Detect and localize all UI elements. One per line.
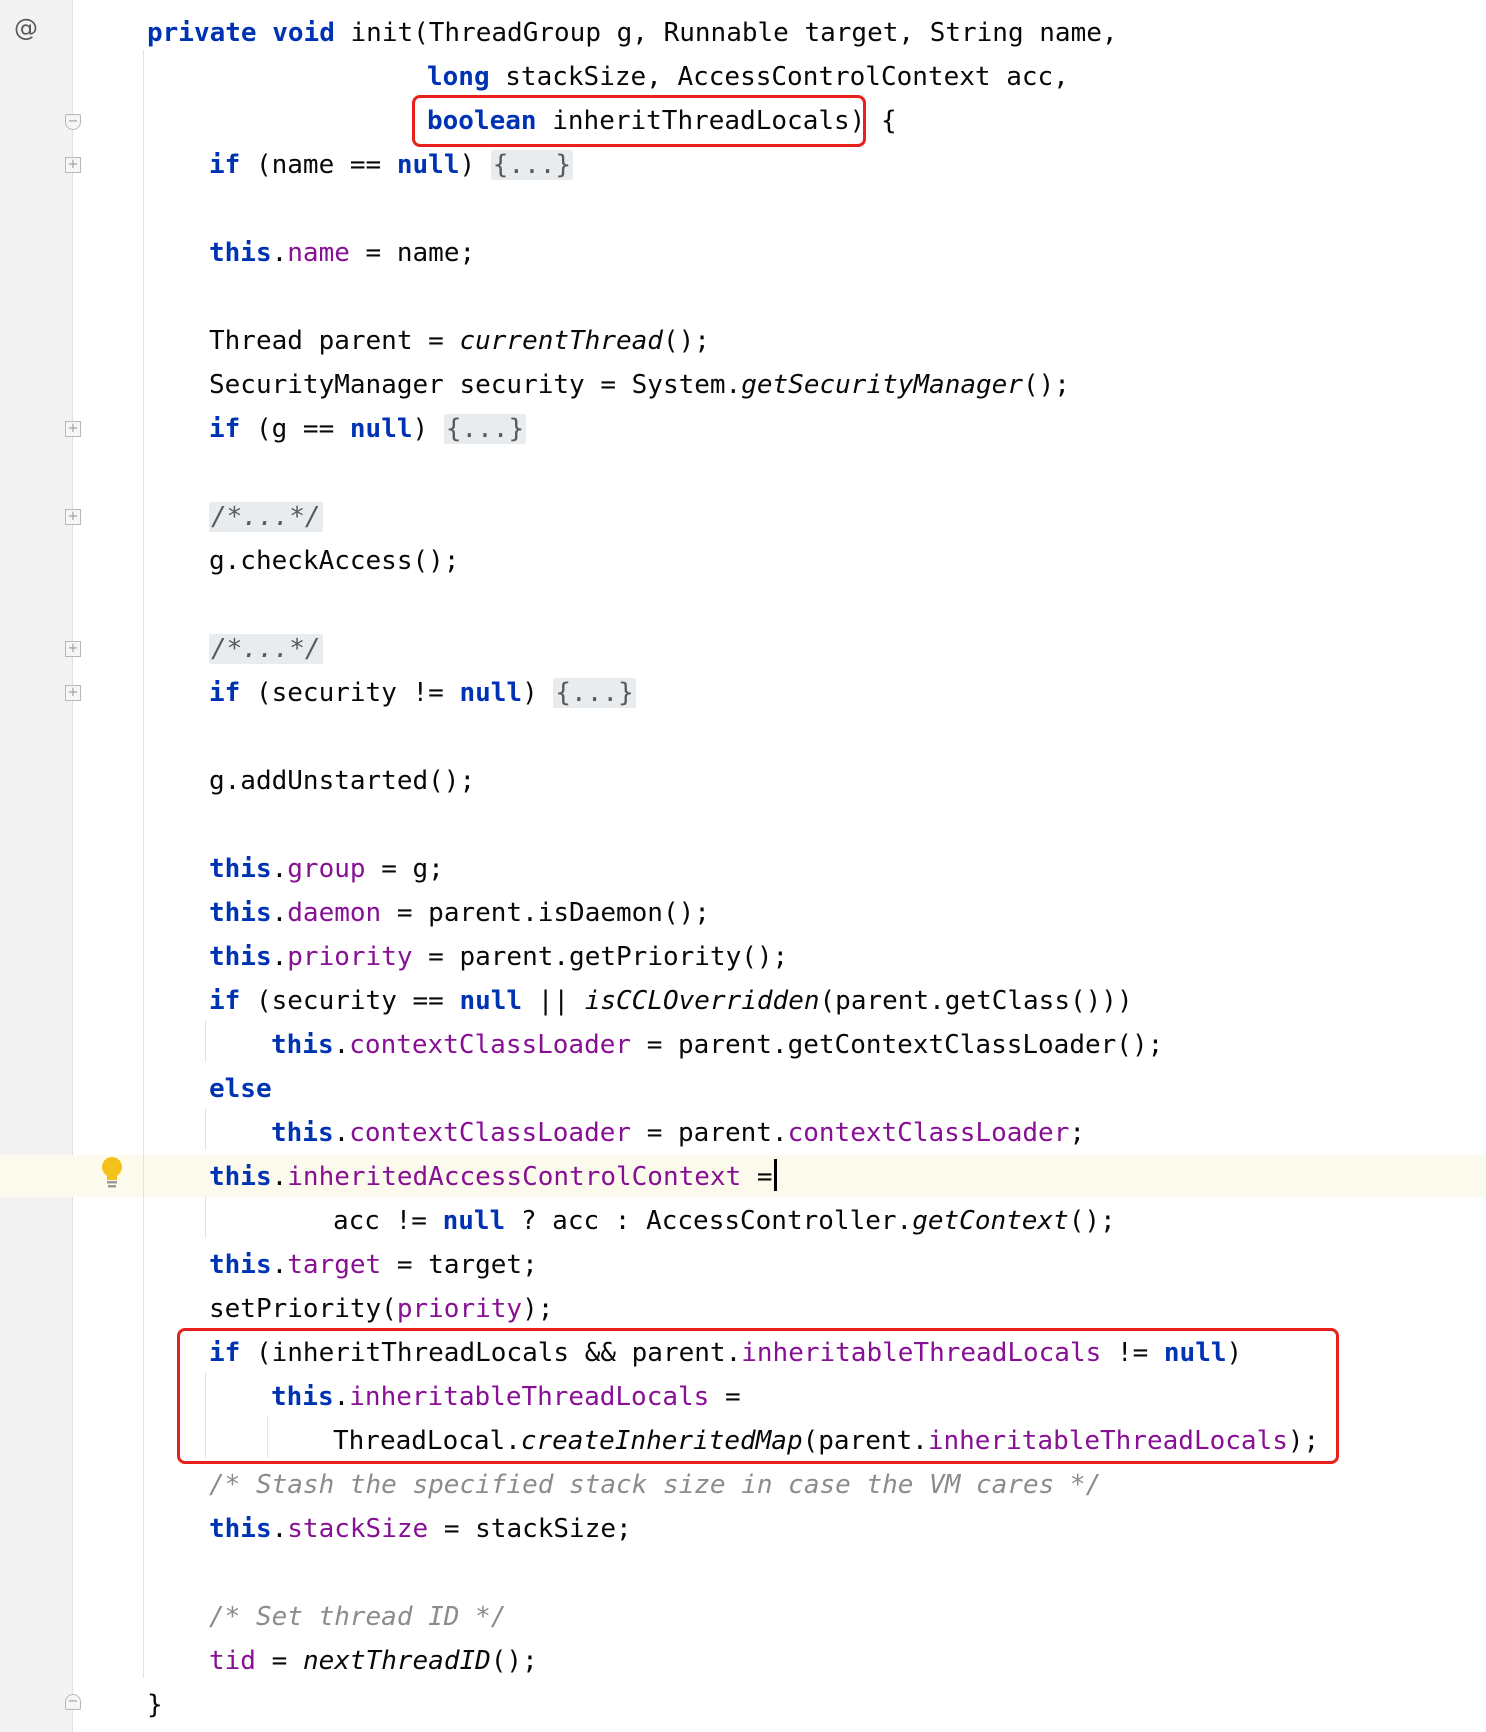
fold-expand-icon[interactable]: + (65, 685, 81, 701)
fold-collapse-icon[interactable]: − (65, 114, 81, 130)
code-line[interactable]: Thread parent = currentThread(); (209, 319, 710, 363)
code-line[interactable]: this.name = name; (209, 231, 475, 275)
fold-expand-icon[interactable]: + (65, 641, 81, 657)
code-line[interactable]: setPriority(priority); (209, 1287, 553, 1331)
code-line[interactable]: this.daemon = parent.isDaemon(); (209, 891, 710, 935)
code-line[interactable]: private void init(ThreadGroup g, Runnabl… (147, 11, 1118, 55)
highlight-box-inheritable-block (177, 1328, 1339, 1464)
code-line[interactable]: else (209, 1067, 272, 1111)
code-line[interactable]: if (g == null) {...} (209, 407, 527, 451)
fold-collapse-icon[interactable]: − (65, 1694, 81, 1710)
code-line[interactable]: this.target = target; (209, 1243, 538, 1287)
code-line[interactable]: if (name == null) {...} (209, 143, 574, 187)
code-line[interactable]: long stackSize, AccessControlContext acc… (427, 55, 1069, 99)
folded-block[interactable]: {...} (490, 150, 574, 180)
highlight-box-inherit-param (412, 95, 866, 147)
code-line[interactable]: SecurityManager security = System.getSec… (209, 363, 1070, 407)
code-line[interactable]: g.addUnstarted(); (209, 759, 475, 803)
lightbulb-icon[interactable] (100, 1156, 124, 1190)
indent-guide (205, 1196, 206, 1238)
fold-expand-icon[interactable]: + (65, 157, 81, 173)
code-line[interactable]: this.contextClassLoader = parent.getCont… (271, 1023, 1163, 1067)
text-caret (773, 1159, 777, 1191)
folded-comment[interactable]: /*...*/ (209, 502, 323, 532)
fold-expand-icon[interactable]: + (65, 509, 81, 525)
code-line[interactable]: acc != null ? acc : AccessController.get… (333, 1199, 1116, 1243)
code-line[interactable]: this.priority = parent.getPriority(); (209, 935, 788, 979)
editor-gutter (0, 0, 73, 1732)
code-line[interactable]: this.stackSize = stackSize; (209, 1507, 632, 1551)
folded-comment[interactable]: /*...*/ (209, 634, 323, 664)
code-line[interactable]: /* Stash the specified stack size in cas… (209, 1463, 1101, 1507)
code-line[interactable]: this.group = g; (209, 847, 444, 891)
code-line[interactable]: if (security != null) {...} (209, 671, 636, 715)
code-line[interactable]: /*...*/ (209, 495, 323, 539)
code-line[interactable]: this.contextClassLoader = parent.context… (271, 1111, 1085, 1155)
folded-block[interactable]: {...} (443, 414, 527, 444)
code-line[interactable]: if (security == null || isCCLOverridden(… (209, 979, 1133, 1023)
code-line[interactable]: } (147, 1683, 163, 1727)
code-line[interactable]: g.checkAccess(); (209, 539, 459, 583)
code-line[interactable]: /* Set thread ID */ (209, 1595, 506, 1639)
fold-expand-icon[interactable]: + (65, 421, 81, 437)
code-line[interactable]: this.inheritedAccessControlContext = (209, 1155, 777, 1199)
indent-guide (205, 1020, 206, 1062)
override-annotation-icon[interactable]: @ (14, 14, 38, 42)
indent-guide (205, 1108, 206, 1150)
code-line[interactable]: /*...*/ (209, 627, 323, 671)
code-line[interactable]: tid = nextThreadID(); (209, 1639, 538, 1683)
indent-guide (143, 50, 144, 1678)
folded-block[interactable]: {...} (553, 678, 636, 708)
